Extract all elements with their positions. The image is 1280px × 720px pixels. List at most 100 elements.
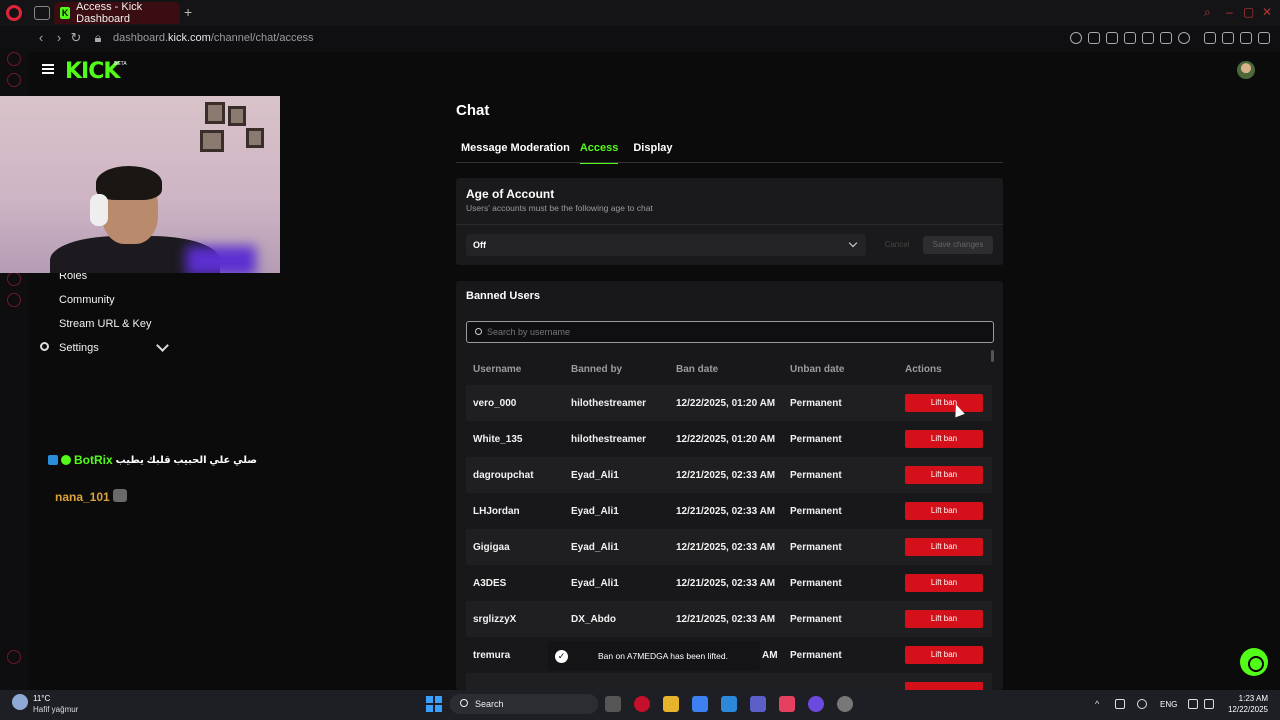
- play-icon[interactable]: [1160, 32, 1172, 44]
- menu-icon[interactable]: [42, 64, 54, 74]
- minimize-icon[interactable]: –: [1226, 6, 1238, 18]
- tray-app-icon[interactable]: [1115, 699, 1125, 709]
- opera-taskbar-icon[interactable]: [634, 696, 650, 712]
- easy-setup-icon[interactable]: [1258, 32, 1270, 44]
- lock-icon: 🔒︎: [94, 30, 102, 45]
- lift-ban-button[interactable]: Lift ban: [905, 646, 983, 664]
- lift-ban-button[interactable]: Lift ban: [905, 466, 983, 484]
- unban-date-cell: Permanent: [790, 506, 842, 517]
- close-icon[interactable]: ✕: [1262, 6, 1274, 18]
- tabs-divider: [456, 162, 1003, 163]
- forward-icon[interactable]: ›: [52, 30, 66, 46]
- maximize-icon[interactable]: ▢: [1243, 6, 1255, 18]
- url-text[interactable]: dashboard.kick.com/channel/chat/access: [113, 32, 314, 44]
- network-icon[interactable]: [1188, 699, 1198, 709]
- clock-date[interactable]: 12/22/2025: [1220, 705, 1268, 714]
- lift-ban-button[interactable]: Lift ban: [905, 610, 983, 628]
- sidebar-item-stream-url-key[interactable]: Stream URL & Key: [59, 318, 152, 330]
- unban-date-cell: Permanent: [790, 614, 842, 625]
- webcam-overlay: [0, 96, 280, 273]
- age-select[interactable]: [466, 234, 866, 256]
- sidebar-app-icon[interactable]: [7, 650, 21, 664]
- lift-ban-button[interactable]: Lift ban: [905, 538, 983, 556]
- unban-date-cell: Permanent: [790, 434, 842, 445]
- chat-username: BotRix: [74, 453, 113, 467]
- music-icon[interactable]: [779, 696, 795, 712]
- save-changes-button[interactable]: Save changes: [923, 236, 993, 254]
- teams-icon[interactable]: [750, 696, 766, 712]
- column-header: Unban date: [790, 364, 845, 375]
- account-icon[interactable]: [1222, 32, 1234, 44]
- username-cell: White_135: [473, 434, 523, 445]
- clock-time[interactable]: 1:23 AM: [1228, 694, 1268, 703]
- browser-tab[interactable]: K Access - Kick Dashboard: [54, 1, 180, 25]
- new-tab-button[interactable]: +: [184, 4, 198, 20]
- bot-badge-icon: [48, 455, 58, 465]
- lift-ban-button[interactable]: Lift ban: [905, 394, 983, 412]
- emote-icon: [113, 489, 127, 502]
- scrollbar[interactable]: [991, 350, 994, 362]
- ban-date-cell: 12/21/2025, 02:33 AM: [676, 614, 776, 625]
- banned-by-cell: Eyad_Ali1: [571, 542, 619, 553]
- kick-logo[interactable]: KICK: [65, 59, 120, 84]
- sidebar-app-icon[interactable]: [7, 272, 21, 286]
- unban-date-cell: Permanent: [790, 650, 842, 661]
- chevron-up-icon[interactable]: ^: [1095, 699, 1105, 709]
- username-cell: Gigigaa: [473, 542, 510, 553]
- chevron-down-icon[interactable]: [156, 339, 169, 352]
- taskbar-search[interactable]: [450, 694, 598, 714]
- windows-start-icon[interactable]: [426, 696, 442, 712]
- translate-icon[interactable]: [1142, 32, 1154, 44]
- task-view-icon[interactable]: [605, 696, 621, 712]
- download-icon[interactable]: [1240, 32, 1252, 44]
- ban-date-cell: AM: [762, 650, 778, 661]
- lift-ban-button[interactable]: [905, 682, 983, 690]
- heart-icon[interactable]: [1178, 32, 1190, 44]
- user-avatar[interactable]: [1237, 61, 1255, 79]
- microphone-icon[interactable]: [1137, 699, 1147, 709]
- taskbar-search-label: Search: [475, 699, 504, 709]
- column-header: Ban date: [676, 364, 719, 375]
- banned-by-cell: hilothestreamer: [571, 434, 647, 445]
- app-icon[interactable]: [808, 696, 824, 712]
- sidebar-app-icon[interactable]: [7, 52, 21, 66]
- username-cell: vero_000: [473, 398, 517, 409]
- volume-icon[interactable]: [1204, 699, 1214, 709]
- lift-ban-button[interactable]: Lift ban: [905, 430, 983, 448]
- sidebar-app-icon[interactable]: [7, 73, 21, 87]
- tab-display[interactable]: Display: [628, 140, 672, 164]
- snapshot-icon[interactable]: [1106, 32, 1118, 44]
- reload-icon[interactable]: ↻: [69, 30, 83, 46]
- support-chat-button[interactable]: [1240, 648, 1268, 676]
- back-icon[interactable]: ‹: [34, 30, 48, 46]
- extensions-icon[interactable]: [1204, 32, 1216, 44]
- banned-by-cell: DX_Abdo: [571, 614, 616, 625]
- tab-message-moderation[interactable]: Message Moderation: [456, 140, 570, 164]
- copilot-icon[interactable]: [692, 696, 708, 712]
- tab-title: Access - Kick Dashboard: [76, 1, 143, 25]
- lift-ban-button[interactable]: Lift ban: [905, 574, 983, 592]
- language-indicator[interactable]: ENG: [1160, 700, 1177, 709]
- zoom-icon[interactable]: [1070, 32, 1082, 44]
- sidebar-item-community[interactable]: Community: [59, 294, 115, 306]
- weather-icon[interactable]: [12, 694, 28, 710]
- lift-ban-button[interactable]: Lift ban: [905, 502, 983, 520]
- bookmark-icon[interactable]: [1088, 32, 1100, 44]
- adblock-icon[interactable]: [1124, 32, 1136, 44]
- app-icon[interactable]: [837, 696, 853, 712]
- store-icon[interactable]: [721, 696, 737, 712]
- opera-logo-icon[interactable]: [6, 5, 22, 21]
- settings-tabs: Message Moderation Access Display: [456, 140, 673, 164]
- ban-date-cell: 12/21/2025, 02:33 AM: [676, 470, 776, 481]
- check-icon: ✓: [555, 650, 568, 663]
- workspace-icon[interactable]: [34, 6, 50, 20]
- username-cell: srglizzyX: [473, 614, 517, 625]
- file-explorer-icon[interactable]: [663, 696, 679, 712]
- search-input[interactable]: [466, 321, 994, 343]
- tab-access[interactable]: Access: [579, 140, 619, 164]
- cancel-button[interactable]: Cancel: [875, 236, 919, 254]
- sidebar-item-settings[interactable]: Settings: [59, 342, 99, 354]
- search-tabs-icon[interactable]: ⌕: [1204, 6, 1216, 18]
- toast-message: Ban on A7MEDGA has been lifted.: [598, 651, 728, 661]
- sidebar-app-icon[interactable]: [7, 293, 21, 307]
